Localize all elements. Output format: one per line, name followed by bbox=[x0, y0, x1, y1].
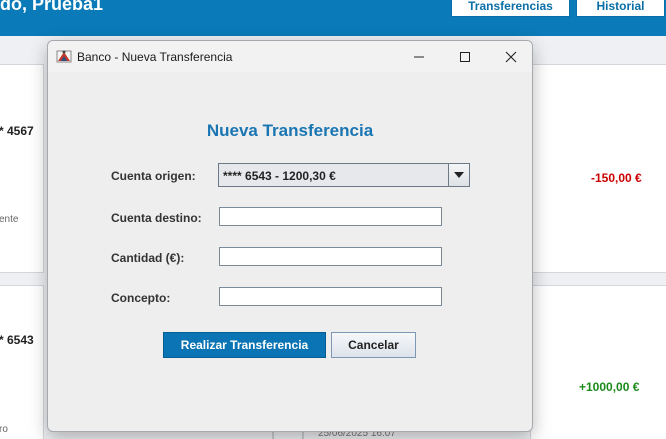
amount-label: Cantidad (€): bbox=[111, 251, 185, 265]
concept-field[interactable] bbox=[219, 287, 442, 306]
transaction-row: +1000,00 € bbox=[530, 285, 666, 439]
account-number: * 4567 bbox=[0, 124, 34, 138]
destination-account-field[interactable] bbox=[219, 207, 442, 226]
app-icon bbox=[56, 48, 72, 64]
origin-account-label: Cuenta origen: bbox=[111, 169, 196, 183]
destination-account-label: Cuenta destino: bbox=[111, 211, 202, 225]
dialog-titlebar[interactable]: Banco - Nueva Transferencia bbox=[48, 41, 532, 72]
origin-account-select[interactable]: **** 6543 - 1200,30 € bbox=[218, 163, 470, 187]
concept-label: Concepto: bbox=[111, 291, 171, 305]
close-icon[interactable] bbox=[488, 41, 532, 72]
account-card[interactable]: * 4567 ente bbox=[0, 64, 44, 273]
account-card[interactable]: * 6543 ro bbox=[0, 285, 44, 439]
account-number: * 6543 bbox=[0, 333, 34, 347]
origin-account-value: **** 6543 - 1200,30 € bbox=[223, 169, 336, 183]
transfers-nav-button[interactable]: Transferencias bbox=[451, 0, 570, 17]
minimize-icon[interactable] bbox=[396, 41, 442, 72]
submit-transfer-button[interactable]: Realizar Transferencia bbox=[163, 332, 326, 358]
app-header: do, Prueba1 Transferencias Historial bbox=[0, 0, 666, 36]
transaction-amount: +1000,00 € bbox=[579, 380, 640, 394]
transaction-amount: -150,00 € bbox=[591, 171, 642, 185]
greeting-title: do, Prueba1 bbox=[0, 0, 104, 14]
dialog-title: Banco - Nueva Transferencia bbox=[77, 50, 233, 64]
account-type: ente bbox=[0, 214, 19, 225]
form-heading: Nueva Transferencia bbox=[206, 121, 374, 140]
maximize-icon[interactable] bbox=[442, 41, 488, 72]
new-transfer-dialog: Banco - Nueva Transferencia Nueva Transf… bbox=[47, 40, 533, 432]
history-nav-button[interactable]: Historial bbox=[576, 0, 665, 17]
cancel-button[interactable]: Cancelar bbox=[331, 332, 416, 358]
account-type: ro bbox=[0, 424, 8, 435]
chevron-down-icon[interactable] bbox=[448, 164, 469, 186]
amount-field[interactable] bbox=[219, 247, 442, 266]
transaction-row: -150,00 € bbox=[530, 64, 666, 273]
